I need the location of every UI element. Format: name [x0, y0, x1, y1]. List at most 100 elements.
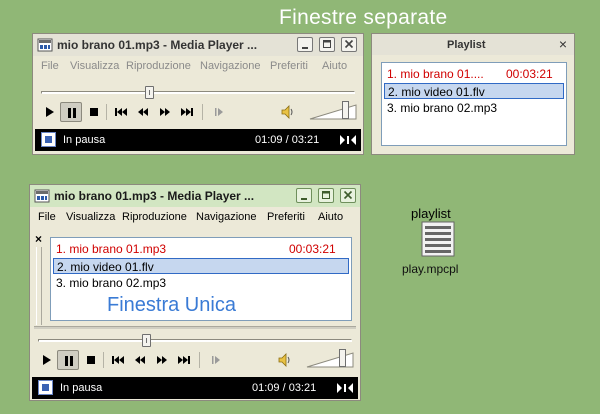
menu-riproduzione[interactable]: Riproduzione [126, 60, 191, 72]
pause-button[interactable] [57, 350, 79, 370]
app-icon [37, 37, 53, 53]
volume-thumb[interactable] [342, 101, 349, 119]
playlist-item[interactable]: 2. mio video 01.flv [384, 83, 564, 99]
status-icon [38, 380, 53, 395]
player-window-single: mio brano 01.mp3 - Media Player ... File… [29, 184, 361, 401]
seek-thumb[interactable] [142, 334, 151, 347]
play-icon [43, 355, 51, 365]
volume-thumb[interactable] [339, 349, 346, 367]
pause-button[interactable] [60, 102, 82, 122]
window-title: mio brano 01.mp3 - Media Player ... [54, 189, 255, 203]
titlebar[interactable]: mio brano 01.mp3 - Media Player ... [30, 185, 360, 207]
menu-file[interactable]: File [38, 211, 56, 223]
widescreen-icon [337, 383, 353, 393]
play-button[interactable] [38, 102, 60, 122]
playlist-item[interactable]: 1. mio brano 01.mp3 00:03:21 [53, 241, 349, 257]
menu-preferiti[interactable]: Preferiti [267, 211, 305, 223]
stop-button[interactable] [80, 350, 102, 370]
maximize-button[interactable] [318, 188, 334, 203]
frame-step-icon [215, 108, 223, 116]
speaker-icon [278, 353, 290, 367]
maximize-button[interactable] [319, 37, 335, 52]
menu-visualizza[interactable]: Visualizza [66, 211, 115, 223]
seek-bar[interactable] [41, 91, 355, 94]
mute-button[interactable] [277, 102, 299, 122]
playlist-file[interactable]: playlist play.mpcpl [396, 204, 472, 280]
volume-slider[interactable] [306, 349, 354, 369]
close-icon [343, 190, 353, 200]
panel-splitter[interactable] [34, 326, 356, 329]
next-button[interactable] [173, 350, 195, 370]
playlist: 1. mio brano 01.... 00:03:21 2. mio vide… [381, 62, 567, 146]
next-icon [181, 108, 193, 116]
forward-icon [160, 108, 170, 116]
prev-icon [115, 108, 127, 116]
rewind-icon [138, 108, 148, 116]
minimize-button[interactable] [297, 37, 313, 52]
finestra-unica-label: Finestra Unica [107, 294, 236, 316]
playlist-file-icon [421, 221, 455, 257]
minimize-icon [302, 47, 308, 49]
rewind-icon [135, 356, 145, 364]
mute-button[interactable] [274, 350, 296, 370]
menu-aiuto[interactable]: Aiuto [318, 211, 343, 223]
stop-icon [90, 108, 98, 116]
rewind-button[interactable] [132, 102, 154, 122]
stop-button[interactable] [83, 102, 105, 122]
playlist-item[interactable]: 1. mio brano 01.... 00:03:21 [384, 66, 564, 82]
frame-step-button[interactable] [208, 102, 230, 122]
status-icon [41, 132, 56, 147]
menu-preferiti[interactable]: Preferiti [270, 60, 308, 72]
close-button[interactable] [341, 37, 357, 52]
menu-aiuto[interactable]: Aiuto [322, 60, 347, 72]
seek-bar[interactable] [38, 339, 352, 342]
frame-step-button[interactable] [205, 350, 227, 370]
player-window-top: mio brano 01.mp3 - Media Player ... File… [32, 33, 364, 155]
seek-thumb[interactable] [145, 86, 154, 99]
menu-riproduzione[interactable]: Riproduzione [122, 211, 187, 223]
rewind-button[interactable] [129, 350, 151, 370]
heading-finestre-separate: Finestre separate [279, 6, 448, 29]
playlist: 1. mio brano 01.mp3 00:03:21 2. mio vide… [50, 237, 352, 321]
menubar: File Visualizza Riproduzione Navigazione… [35, 57, 361, 75]
maximize-icon [322, 191, 330, 199]
prev-icon [112, 356, 124, 364]
toolbar-separator [199, 352, 200, 368]
previous-button[interactable] [110, 102, 132, 122]
play-button[interactable] [35, 350, 57, 370]
forward-button[interactable] [151, 350, 173, 370]
playlist-item[interactable]: 3. mio brano 02.mp3 [384, 100, 564, 116]
file-icon-label: playlist [411, 206, 451, 221]
toolbar-separator [106, 104, 107, 120]
close-button[interactable] [340, 188, 356, 203]
maximize-icon [323, 40, 331, 48]
playlist-panel-close-icon[interactable]: × [35, 232, 42, 246]
pause-icon [68, 108, 76, 118]
time-display: 01:09 / 03:21 [255, 134, 320, 146]
window-title: mio brano 01.mp3 - Media Player ... [57, 38, 258, 52]
playlist-titlebar[interactable]: Playlist × [372, 34, 574, 55]
titlebar[interactable]: mio brano 01.mp3 - Media Player ... [33, 34, 363, 56]
previous-button[interactable] [107, 350, 129, 370]
forward-button[interactable] [154, 102, 176, 122]
forward-icon [157, 356, 167, 364]
next-button[interactable] [176, 102, 198, 122]
minimize-button[interactable] [296, 188, 312, 203]
stop-icon [87, 356, 95, 364]
status-bar: In pausa 01:09 / 03:21 [35, 129, 361, 151]
minimize-icon [301, 198, 307, 200]
menu-file[interactable]: File [41, 60, 59, 72]
playlist-item[interactable]: 2. mio video 01.flv [53, 258, 349, 274]
playlist-title: Playlist [447, 39, 486, 51]
menu-visualizza[interactable]: Visualizza [70, 60, 119, 72]
playlist-item[interactable]: 3. mio brano 02.mp3 [53, 275, 349, 291]
play-icon [46, 107, 54, 117]
close-icon[interactable]: × [559, 36, 567, 52]
next-icon [178, 356, 190, 364]
menubar: File Visualizza Riproduzione Navigazione… [32, 208, 358, 226]
volume-slider[interactable] [309, 101, 357, 121]
playlist-panel-grip[interactable] [36, 247, 42, 325]
frame-step-icon [212, 356, 220, 364]
menu-navigazione[interactable]: Navigazione [196, 211, 257, 223]
menu-navigazione[interactable]: Navigazione [200, 60, 261, 72]
